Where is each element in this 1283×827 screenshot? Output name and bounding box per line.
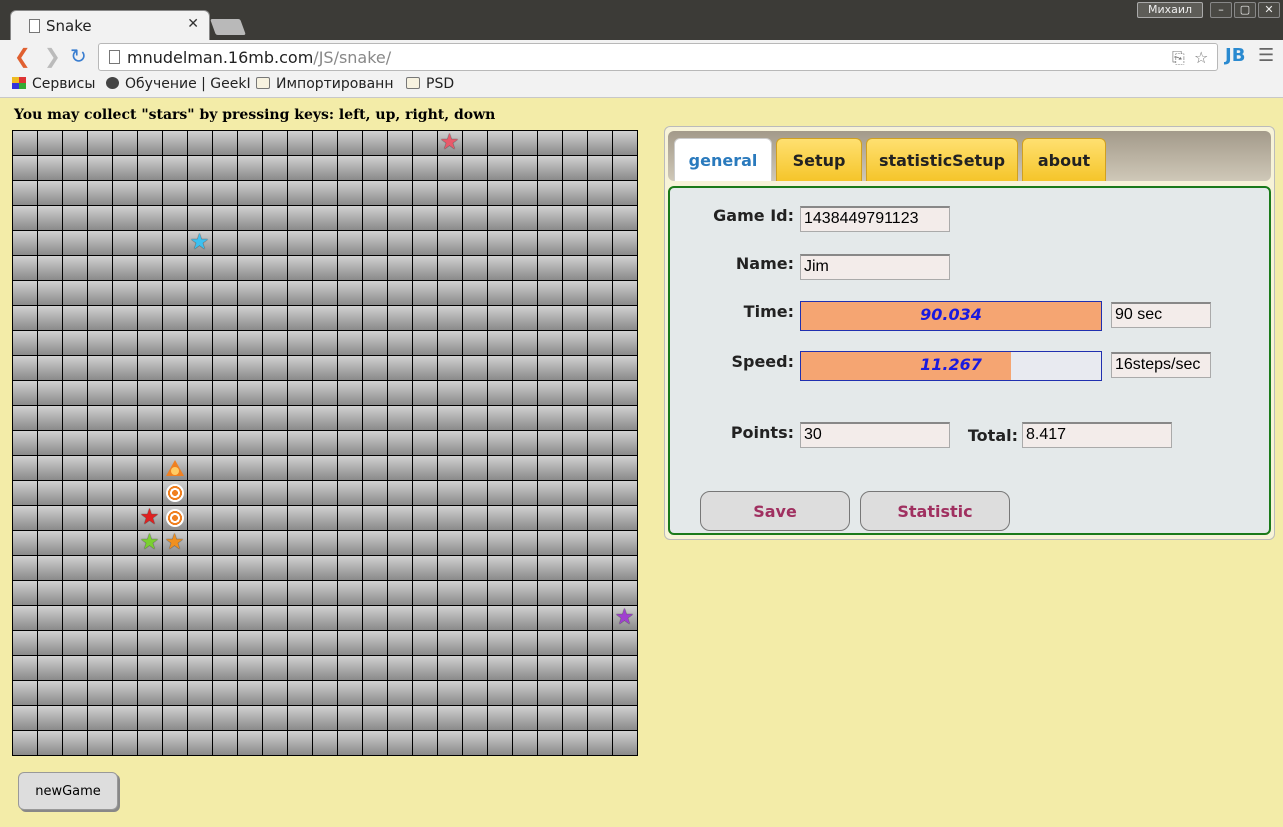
snake-head-icon: [162, 455, 187, 480]
bookmark-geekbrains[interactable]: Обучение | GeekI: [106, 76, 251, 92]
speed-progress-bar: 11.267: [800, 351, 1102, 381]
folder-icon: [256, 77, 270, 89]
bookmark-psd[interactable]: PSD: [406, 76, 454, 92]
star-icon: ★: [187, 230, 212, 255]
instructions-text: You may collect "stars" by pressing keys…: [14, 107, 496, 123]
new-tab-button[interactable]: [210, 19, 246, 35]
browser-tab[interactable]: Snake ✕: [10, 10, 210, 40]
bookmark-star-icon[interactable]: ☆: [1194, 48, 1208, 67]
star-glyph: ★: [164, 529, 185, 555]
tab-general[interactable]: general: [674, 138, 772, 181]
game-panel: general Setup statisticSetup about Game …: [664, 126, 1275, 540]
folder-icon: [406, 77, 420, 89]
snake-head-shape: [165, 459, 184, 476]
general-tab-content: Game Id: 1438449791123 Name: Jim Time: 9…: [668, 186, 1271, 535]
star-glyph: ★: [139, 504, 160, 530]
window-close-icon[interactable]: ✕: [1258, 2, 1280, 18]
close-icon[interactable]: ✕: [187, 16, 199, 32]
time-label: Time:: [743, 302, 794, 321]
menu-icon[interactable]: ☰: [1258, 45, 1274, 66]
time-progress-value: 90.034: [920, 305, 982, 324]
statistic-button[interactable]: Statistic: [860, 491, 1010, 531]
tab-statistic-setup[interactable]: statisticSetup: [866, 138, 1018, 181]
tab-about[interactable]: about: [1022, 138, 1106, 181]
jetbrains-extension-icon[interactable]: JB: [1225, 45, 1245, 66]
name-label: Name:: [735, 254, 794, 273]
star-icon: ★: [612, 605, 637, 630]
points-label: Points:: [730, 423, 794, 442]
speed-label: Speed:: [731, 352, 794, 371]
save-button[interactable]: Save: [700, 491, 850, 531]
star-glyph: ★: [614, 604, 635, 630]
bookmark-imported[interactable]: Импортированн: [256, 76, 393, 92]
total-field[interactable]: 8.417: [1022, 422, 1172, 448]
new-game-button[interactable]: newGame: [18, 772, 118, 810]
time-limit-field[interactable]: 90 sec: [1111, 302, 1211, 328]
page-icon: [109, 50, 120, 64]
points-field[interactable]: 30: [800, 422, 950, 448]
browser-toolbar: ❮ ❯ ↻ mnudelman.16mb.com/JS/snake/ ⎘ ☆ J…: [0, 40, 1283, 72]
snake-segment-icon: [162, 480, 187, 505]
snake-segment-shape: [165, 508, 184, 527]
browser-titlebar: Snake ✕ Михаил – ▢ ✕: [0, 0, 1283, 40]
reload-icon[interactable]: ↻: [70, 46, 87, 66]
star-icon: ★: [162, 530, 187, 555]
tab-strip: general Setup statisticSetup about: [668, 131, 1271, 181]
star-glyph: ★: [189, 229, 210, 255]
speed-progress-value: 11.267: [920, 355, 982, 374]
page-icon: [29, 19, 40, 33]
snake-segment-icon: [162, 505, 187, 530]
total-label: Total:: [967, 426, 1018, 445]
game-id-label: Game Id:: [713, 206, 794, 225]
user-profile-button[interactable]: Михаил: [1137, 2, 1203, 18]
star-icon: ★: [437, 130, 462, 155]
geekbrains-icon: [106, 77, 119, 89]
speed-field[interactable]: 16steps/sec: [1111, 352, 1211, 378]
maximize-icon[interactable]: ▢: [1234, 2, 1256, 18]
back-arrow-icon[interactable]: ❮: [14, 46, 31, 66]
tab-title: Snake: [46, 17, 92, 35]
star-icon: ★: [137, 530, 162, 555]
star-glyph: ★: [439, 129, 460, 155]
translate-icon[interactable]: ⎘: [1172, 48, 1185, 68]
star-glyph: ★: [139, 529, 160, 555]
star-icon: ★: [137, 505, 162, 530]
minimize-icon[interactable]: –: [1210, 2, 1232, 18]
name-field[interactable]: Jim: [800, 254, 950, 280]
time-progress-bar: 90.034: [800, 301, 1102, 331]
address-bar[interactable]: mnudelman.16mb.com/JS/snake/ ⎘ ☆: [98, 43, 1218, 71]
snake-segment-shape: [165, 483, 184, 502]
tab-setup[interactable]: Setup: [776, 138, 862, 181]
url-text: mnudelman.16mb.com/JS/snake/: [127, 48, 392, 67]
apps-grid-icon: [12, 77, 26, 89]
bookmarks-bar: Сервисы Обучение | GeekI Импортированн P…: [0, 72, 1283, 98]
forward-arrow-icon[interactable]: ❯: [44, 46, 61, 66]
bookmark-services[interactable]: Сервисы: [12, 76, 95, 92]
game-board[interactable]: ★ ★ ★ ★ ★ ★: [12, 130, 638, 756]
game-id-field[interactable]: 1438449791123: [800, 206, 950, 232]
